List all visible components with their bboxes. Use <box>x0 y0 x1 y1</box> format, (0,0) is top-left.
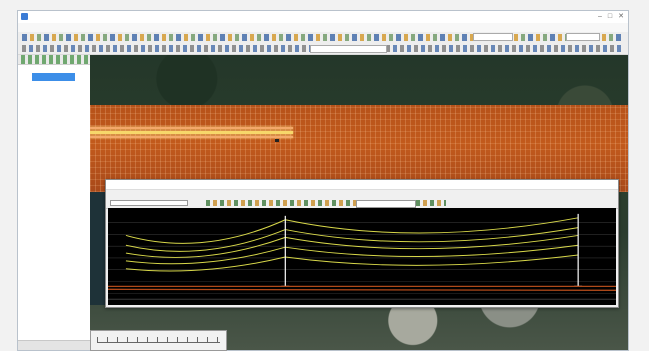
layer-tree-root[interactable] <box>18 65 90 73</box>
corridor-centerline <box>90 131 293 134</box>
profile-range-field[interactable] <box>356 200 416 208</box>
window-controls: – □ ✕ <box>598 12 624 21</box>
scale-ruler[interactable] <box>97 337 220 343</box>
profile-graph <box>108 213 616 300</box>
layer-select[interactable] <box>473 33 513 41</box>
profile-title <box>106 180 618 190</box>
conductor-wires <box>125 217 579 272</box>
close-button[interactable]: ✕ <box>618 12 624 21</box>
corridor-line <box>90 127 293 129</box>
panel-footer <box>18 340 90 350</box>
minimize-button[interactable]: – <box>598 12 602 21</box>
app-icon <box>21 13 28 20</box>
menu-bar <box>18 23 628 32</box>
profile-menu <box>106 190 618 198</box>
layer-tree-selected[interactable] <box>32 73 75 81</box>
layer-tools-icons[interactable] <box>18 55 90 65</box>
scale-panel[interactable] <box>90 330 227 351</box>
corridor-line <box>90 136 293 138</box>
toolbar-icons[interactable] <box>22 34 622 41</box>
class-select[interactable] <box>310 45 387 53</box>
ground-surface <box>108 285 616 291</box>
profile-labels <box>108 208 616 216</box>
profile-selector[interactable] <box>110 200 188 206</box>
profile-plot[interactable] <box>108 208 616 305</box>
layers-panel <box>18 55 91 350</box>
cursor-marker <box>275 139 279 142</box>
maximize-button[interactable]: □ <box>608 12 612 21</box>
display-select[interactable] <box>566 33 600 41</box>
profile-window[interactable] <box>105 179 619 308</box>
